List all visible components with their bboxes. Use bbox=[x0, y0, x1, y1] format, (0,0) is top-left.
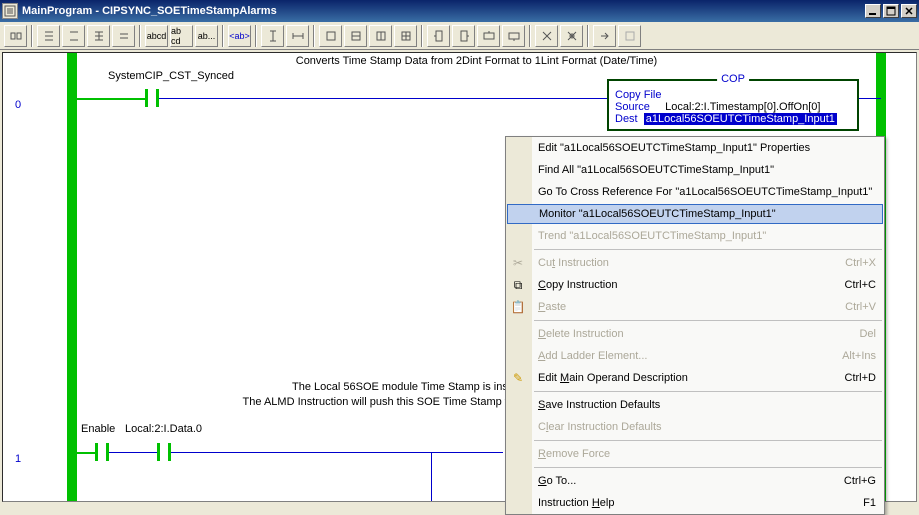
tb-btn-arrow[interactable] bbox=[593, 25, 616, 47]
pencil-icon: ✎ bbox=[510, 370, 526, 386]
menu-edit-properties[interactable]: Edit "a1Local56SOEUTCTimeStamp_Input1" P… bbox=[506, 137, 884, 159]
rung1-xic1[interactable] bbox=[95, 443, 109, 461]
tb-btn-k2[interactable] bbox=[560, 25, 583, 47]
menu-edit-operand[interactable]: ✎ Edit Main Operand DescriptionCtrl+D bbox=[506, 367, 884, 389]
tb-btn-ab[interactable]: ab... bbox=[195, 25, 218, 47]
menu-find-all[interactable]: Find All "a1Local56SOEUTCTimeStamp_Input… bbox=[506, 159, 884, 181]
cop-source-val[interactable]: Local:2:I.Timestamp[0].OffOn[0] bbox=[665, 101, 820, 113]
copy-icon: ⧉ bbox=[510, 277, 526, 293]
tb-btn-4[interactable] bbox=[87, 25, 110, 47]
menu-add-element: Add Ladder Element...Alt+Ins bbox=[506, 345, 884, 367]
rung0-comment: Converts Time Stamp Data from 2Dint Form… bbox=[81, 55, 872, 67]
tb-btn-abcd2[interactable]: ab cd bbox=[170, 25, 193, 47]
rung1-comment1: The Local 56SOE module Time Stamp is ins… bbox=[292, 381, 514, 393]
tb-btn-i2[interactable] bbox=[286, 25, 309, 47]
rung1-xic2-tag[interactable]: Local:2:I.Data.0 bbox=[125, 423, 202, 435]
tb-btn-g1[interactable] bbox=[319, 25, 342, 47]
context-menu: Edit "a1Local56SOEUTCTimeStamp_Input1" P… bbox=[505, 136, 885, 515]
rung0-xic-instruction[interactable] bbox=[145, 89, 159, 107]
menu-goto[interactable]: Go To...Ctrl+G bbox=[506, 470, 884, 492]
cop-title: COP bbox=[717, 73, 749, 85]
tb-btn-g4[interactable] bbox=[394, 25, 417, 47]
window-titlebar: MainProgram - CIPSYNC_SOETimeStampAlarms bbox=[0, 0, 919, 22]
tb-btn-1[interactable] bbox=[4, 25, 27, 47]
menu-help[interactable]: Instruction HelpF1 bbox=[506, 492, 884, 514]
tb-btn-g2[interactable] bbox=[344, 25, 367, 47]
tb-btn-k1[interactable] bbox=[535, 25, 558, 47]
rung1-xic2[interactable] bbox=[157, 443, 171, 461]
menu-paste: 📋 PasteCtrl+V bbox=[506, 296, 884, 318]
paste-icon: 📋 bbox=[510, 299, 526, 315]
tb-btn-h1[interactable] bbox=[427, 25, 450, 47]
maximize-button[interactable] bbox=[883, 4, 899, 18]
tb-btn-3[interactable] bbox=[62, 25, 85, 47]
app-icon bbox=[2, 3, 18, 19]
tb-btn-i1[interactable] bbox=[261, 25, 284, 47]
window-title: MainProgram - CIPSYNC_SOETimeStampAlarms bbox=[22, 5, 865, 17]
menu-copy[interactable]: ⧉ Copy InstructionCtrl+C bbox=[506, 274, 884, 296]
tb-btn-g3[interactable] bbox=[369, 25, 392, 47]
menu-cut: ✂ Cut InstructionCtrl+X bbox=[506, 252, 884, 274]
menu-monitor[interactable]: Monitor "a1Local56SOEUTCTimeStamp_Input1… bbox=[507, 204, 883, 224]
menu-delete: Delete InstructionDel bbox=[506, 323, 884, 345]
tb-btn-abcd[interactable]: abcd bbox=[145, 25, 168, 47]
menu-save-defaults[interactable]: Save Instruction Defaults bbox=[506, 394, 884, 416]
tb-btn-abtag[interactable]: <ab> bbox=[228, 25, 251, 47]
rung1-comment2: The ALMD Instruction will push this SOE … bbox=[243, 396, 514, 408]
tb-btn-2[interactable] bbox=[37, 25, 60, 47]
menu-trend: Trend "a1Local56SOEUTCTimeStamp_Input1" bbox=[506, 225, 884, 247]
tb-btn-h4[interactable] bbox=[502, 25, 525, 47]
cop-desc: Copy File bbox=[615, 89, 851, 101]
close-button[interactable] bbox=[901, 4, 917, 18]
menu-cross-reference[interactable]: Go To Cross Reference For "a1Local56SOEU… bbox=[506, 181, 884, 203]
rung0-number[interactable]: 0 bbox=[15, 99, 21, 111]
tb-btn-h3[interactable] bbox=[477, 25, 500, 47]
rung1-xic1-tag[interactable]: Enable bbox=[81, 423, 115, 435]
minimize-button[interactable] bbox=[865, 4, 881, 18]
cop-instruction-block[interactable]: COP Copy File Source Local:2:I.Timestamp… bbox=[607, 79, 859, 131]
cut-icon: ✂ bbox=[510, 255, 526, 271]
cop-dest-row: Dest a1Local56SOEUTCTimeStamp_Input1 bbox=[615, 113, 851, 125]
cop-dest-val[interactable]: a1Local56SOEUTCTimeStamp_Input1 bbox=[644, 113, 837, 125]
tb-btn-h2[interactable] bbox=[452, 25, 475, 47]
menu-clear-defaults: Clear Instruction Defaults bbox=[506, 416, 884, 438]
menu-remove-force: Remove Force bbox=[506, 443, 884, 465]
cop-source-row: Source Local:2:I.Timestamp[0].OffOn[0] bbox=[615, 101, 851, 113]
tb-btn-last[interactable] bbox=[618, 25, 641, 47]
rung0-xic-tag[interactable]: SystemCIP_CST_Synced bbox=[108, 70, 234, 82]
rung1-number[interactable]: 1 bbox=[15, 453, 21, 465]
tb-btn-5[interactable] bbox=[112, 25, 135, 47]
toolbar: abcd ab cd ab... <ab> bbox=[0, 22, 919, 50]
